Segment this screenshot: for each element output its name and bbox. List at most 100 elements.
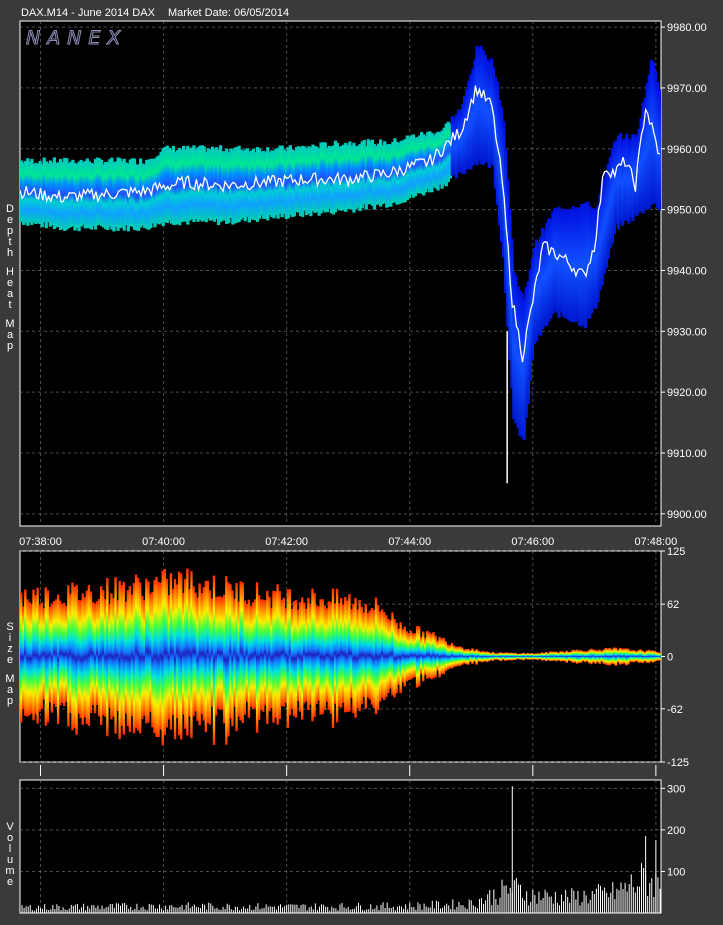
size-bar — [321, 599, 324, 715]
size-bar — [317, 606, 320, 701]
size-bar — [325, 608, 329, 702]
size-bar — [83, 597, 86, 718]
volume-y-tick-label: 100 — [667, 866, 685, 878]
size-bar — [512, 653, 515, 661]
size-bar — [657, 652, 661, 661]
size-bar — [364, 603, 368, 709]
size-bar — [621, 648, 624, 665]
size-bar — [120, 585, 123, 726]
size-bar — [206, 580, 210, 724]
size-bar — [489, 652, 493, 661]
size-bar — [93, 603, 97, 714]
size-bar — [208, 590, 212, 725]
size-bar — [415, 626, 419, 688]
size-bar — [407, 633, 411, 681]
size-bar — [245, 603, 249, 702]
size-bar — [645, 650, 649, 663]
size-bar — [38, 605, 41, 712]
size-bar — [549, 651, 552, 662]
size-bar — [243, 600, 246, 715]
size-bar — [397, 628, 400, 686]
size-bar — [227, 582, 230, 737]
size-bar — [618, 647, 622, 665]
size-bar — [204, 580, 208, 733]
size-bar — [262, 599, 265, 712]
size-bar — [264, 600, 267, 706]
size-bar — [87, 584, 91, 726]
size-bar — [198, 583, 201, 726]
size-bar — [22, 606, 25, 709]
size-bar — [257, 595, 261, 720]
size-bar — [438, 636, 441, 678]
size-bar — [602, 649, 605, 664]
size-bar — [48, 606, 52, 703]
size-bar — [516, 653, 519, 659]
size-bar — [471, 648, 474, 664]
size-bar — [653, 650, 657, 662]
size-bar — [286, 589, 290, 728]
size-bar — [71, 582, 74, 731]
size-bar — [212, 575, 216, 745]
size-bar — [567, 651, 571, 661]
x-tick-label: 07:42:00 — [265, 536, 308, 548]
size-bar — [26, 599, 29, 717]
size-bar — [348, 594, 351, 712]
size-bar — [196, 597, 199, 721]
size-bar — [188, 588, 191, 717]
size-bar — [594, 649, 597, 664]
size-bar — [633, 650, 636, 663]
size-bar — [339, 597, 343, 708]
size-bar — [381, 609, 384, 698]
size-bar — [596, 650, 599, 663]
size-bar — [428, 632, 431, 678]
size-bar — [253, 599, 257, 708]
size-bar — [58, 600, 62, 706]
size-bar — [520, 653, 523, 660]
size-bar — [344, 596, 347, 713]
size-bar — [467, 648, 470, 665]
size-bar — [130, 594, 134, 717]
size-bar — [569, 651, 573, 662]
size-bar — [118, 580, 121, 740]
size-bar — [366, 612, 370, 698]
size-bar — [63, 602, 66, 707]
size-bar — [251, 602, 255, 710]
size-bar — [167, 595, 171, 720]
size-bar — [424, 637, 427, 675]
size-bar — [481, 650, 484, 663]
size-bar — [173, 578, 177, 740]
size-bar — [387, 618, 390, 694]
size-bar — [499, 652, 503, 662]
size-bar — [571, 649, 575, 663]
size-bar — [483, 651, 486, 662]
size-bar — [50, 603, 54, 713]
size-bar — [116, 600, 119, 712]
size-bar — [524, 653, 527, 659]
size-bar — [448, 645, 452, 669]
size-bar — [641, 650, 644, 663]
size-y-tick-label: 62 — [667, 599, 679, 611]
size-bar — [290, 608, 294, 709]
size-bar — [239, 581, 242, 721]
size-bar — [67, 585, 70, 727]
size-bar — [526, 652, 530, 660]
size-bar — [200, 593, 203, 715]
size-bar — [360, 606, 363, 705]
size-bar — [354, 597, 357, 718]
size-bar — [97, 598, 101, 717]
size-bar — [547, 653, 550, 661]
size-bar — [192, 586, 195, 717]
volume-panel — [19, 779, 662, 914]
size-bar — [608, 647, 612, 666]
size-bar — [307, 597, 310, 711]
size-bar — [309, 603, 312, 705]
size-bar — [110, 593, 113, 720]
size-bar — [319, 599, 322, 715]
size-bar — [301, 597, 304, 720]
x-tick-label: 07:38:00 — [19, 536, 62, 548]
size-bar — [600, 650, 603, 662]
size-bar — [104, 599, 107, 717]
size-bar — [362, 612, 365, 698]
size-bar — [102, 590, 105, 716]
size-bar — [434, 635, 437, 678]
